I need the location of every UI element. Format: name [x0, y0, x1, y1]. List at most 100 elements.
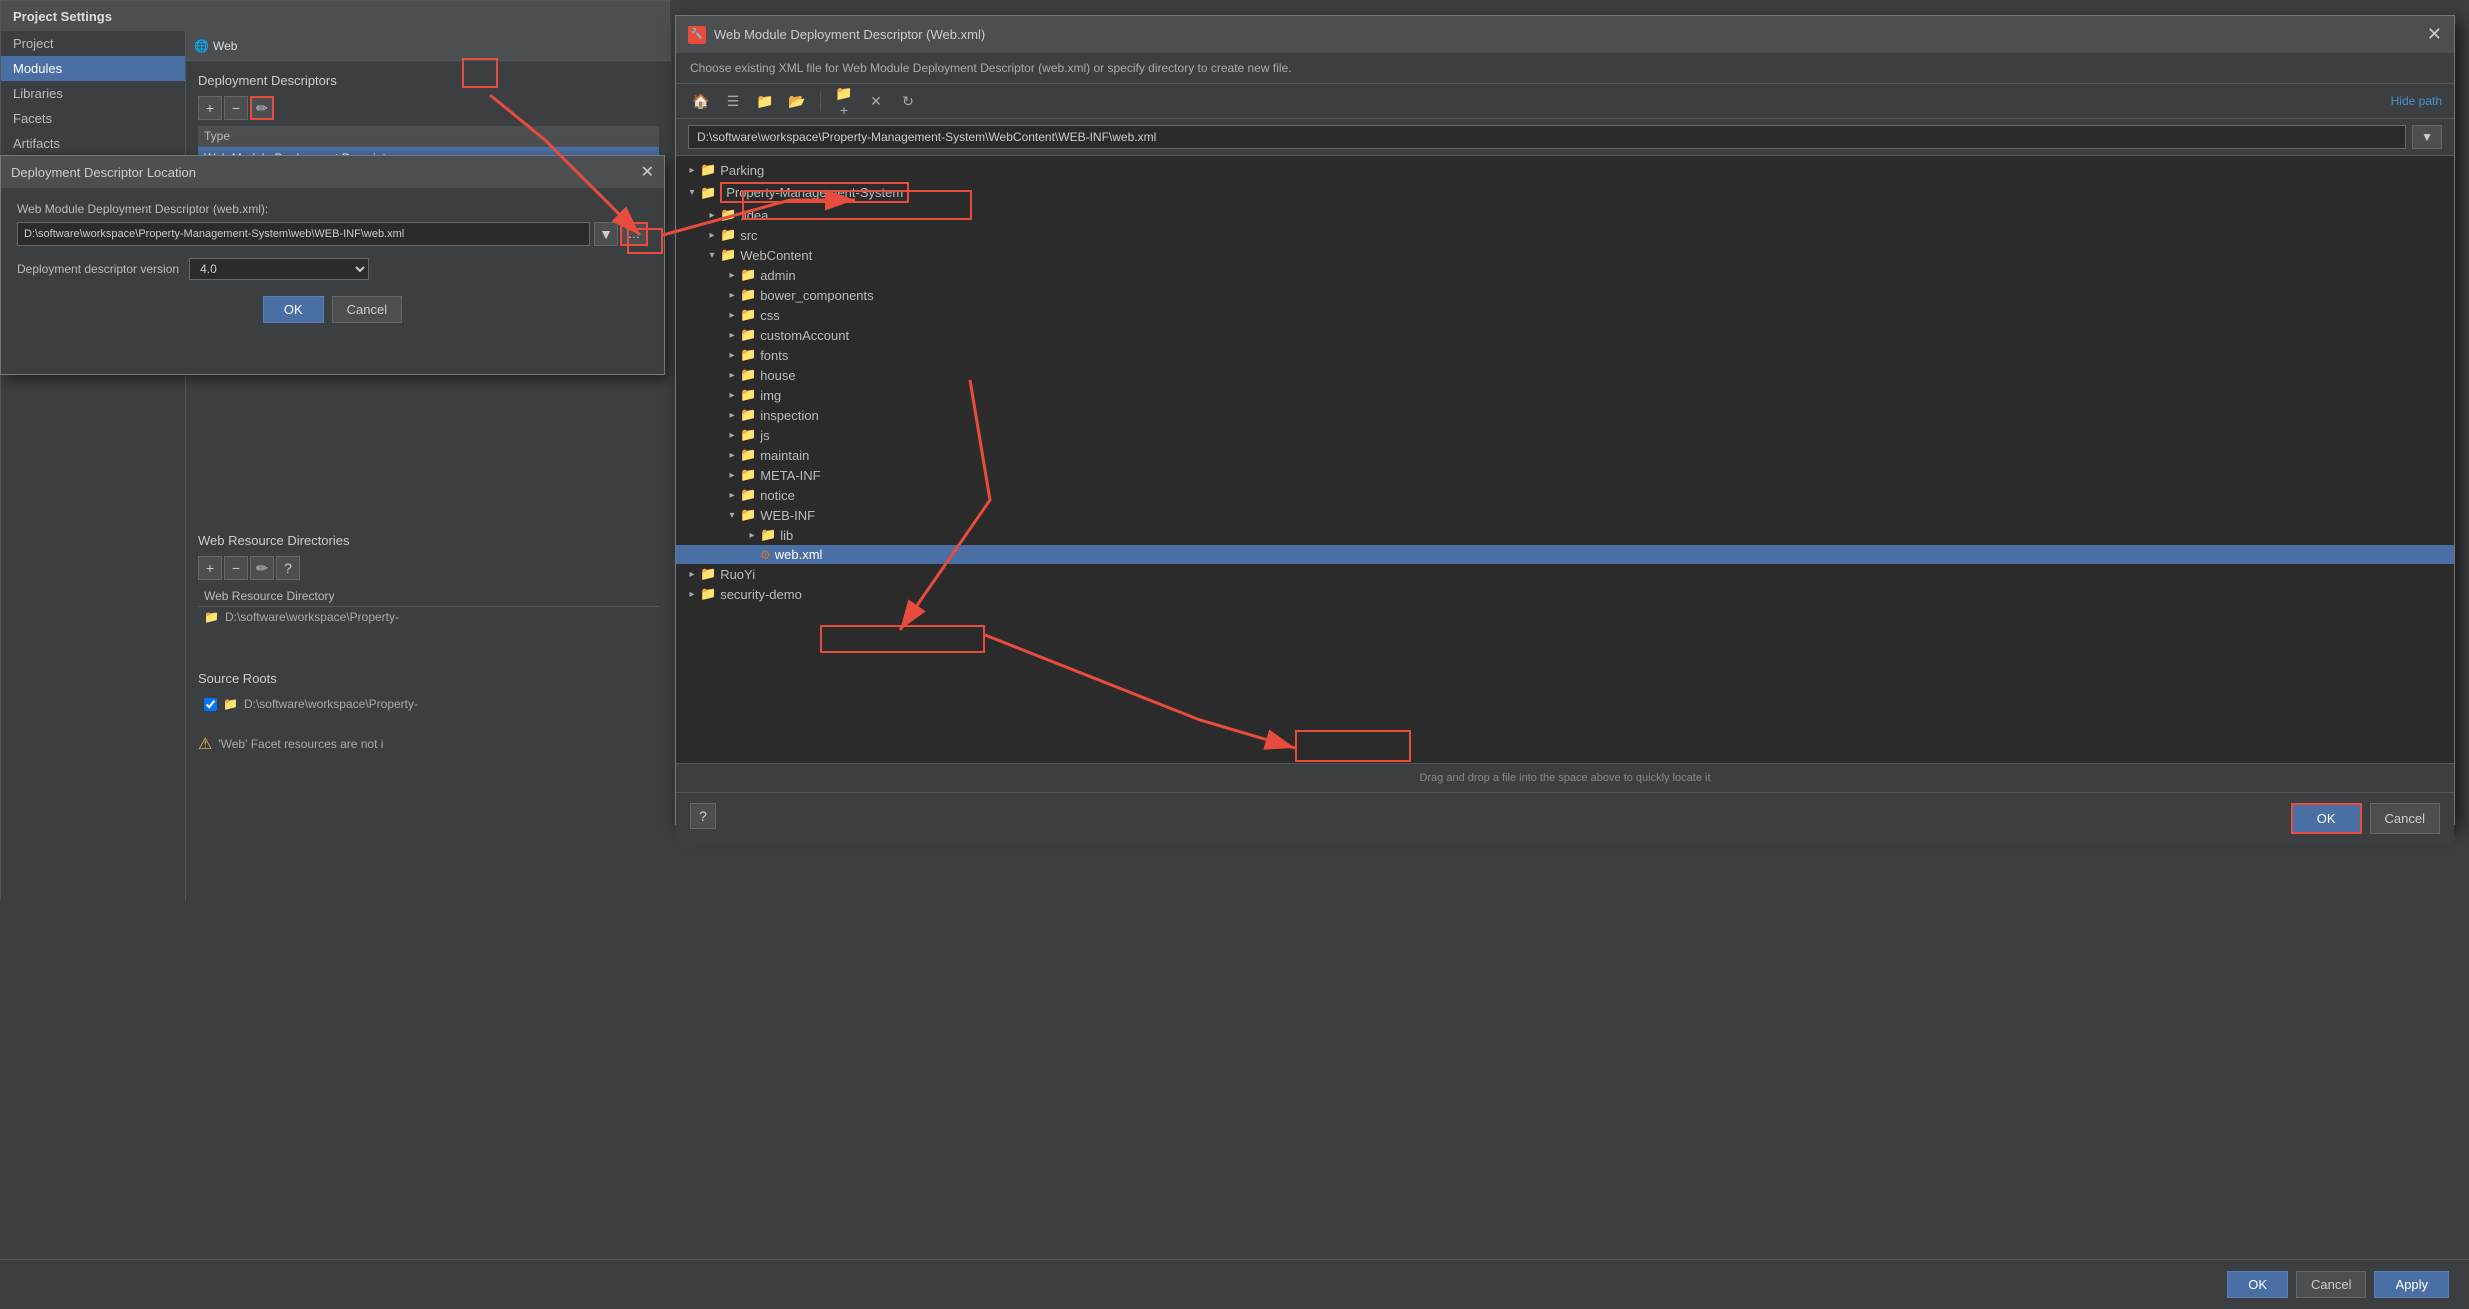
tree-item[interactable]: ▸📁 META-INF	[676, 465, 2454, 485]
collapse-arrow: ▸	[724, 490, 740, 501]
wrd-title: Web Resource Directories	[198, 533, 659, 548]
folder-icon: 📁	[204, 610, 219, 624]
refresh-btn[interactable]: ↻	[895, 90, 921, 112]
ddl-dropdown-btn[interactable]: ▼	[594, 222, 618, 246]
folder-icon: 📁	[740, 447, 756, 463]
ddl-body: Web Module Deployment Descriptor (web.xm…	[1, 188, 664, 337]
folder-icon: 📁	[740, 307, 756, 323]
collapse-arrow: ▸	[724, 430, 740, 441]
new-folder-create-btn[interactable]: 📁+	[831, 90, 857, 112]
tree-item-label: css	[760, 308, 780, 323]
module-web-tab[interactable]: 🌐 Web	[194, 39, 237, 53]
tree-item[interactable]: ▸📁notice	[676, 485, 2454, 505]
dd-toolbar: + − ✏	[198, 96, 659, 120]
wrd-add-btn[interactable]: +	[198, 556, 222, 580]
sr-checkbox[interactable]	[204, 698, 217, 711]
dd-add-btn[interactable]: +	[198, 96, 222, 120]
tree-item[interactable]: ▸📁inspection	[676, 405, 2454, 425]
collapse-arrow: ▸	[704, 230, 720, 241]
hide-path-btn[interactable]: Hide path	[2391, 94, 2442, 108]
ddl-close-btn[interactable]: ✕	[641, 162, 654, 182]
wmdd-toolbar: 🏠 ☰ 📁 📂 📁+ ✕ ↻ Hide path	[676, 84, 2454, 119]
tree-item[interactable]: ▸📁src	[676, 225, 2454, 245]
project-settings-panel: Project Settings Project Modules Librari…	[0, 0, 670, 900]
folder-up-btn[interactable]: 📂	[784, 90, 810, 112]
tree-item[interactable]: ⚙web.xml	[676, 545, 2454, 564]
sidebar-item-project[interactable]: Project	[1, 31, 185, 56]
folder-icon: 📁	[740, 347, 756, 363]
wrd-dir-item: 📁 D:\software\workspace\Property-	[198, 607, 659, 627]
ddl-buttons: OK Cancel	[17, 296, 648, 323]
wrd-remove-btn[interactable]: −	[224, 556, 248, 580]
wrd-toolbar: + − ✏ ?	[198, 556, 659, 580]
dd-remove-btn[interactable]: −	[224, 96, 248, 120]
tree-item[interactable]: ▸📁bower_components	[676, 285, 2454, 305]
tree-item[interactable]: ▸📁fonts	[676, 345, 2454, 365]
folder-icon: 📁	[700, 566, 716, 582]
tree-item[interactable]: ▸📁RuoYi	[676, 564, 2454, 584]
tree-item[interactable]: ▾📁WEB-INF	[676, 505, 2454, 525]
collapse-arrow: ▸	[684, 569, 700, 580]
wmdd-subtitle: Choose existing XML file for Web Module …	[676, 53, 2454, 84]
folder-icon: 📁	[740, 327, 756, 343]
tree-item[interactable]: ▸📁maintain	[676, 445, 2454, 465]
view-list-btn[interactable]: ☰	[720, 90, 746, 112]
file-tree[interactable]: ▸📁Parking▾📁Property-Management-System▸📁.…	[676, 156, 2454, 763]
ddl-ok-btn[interactable]: OK	[263, 296, 324, 323]
tree-item-label: notice	[760, 488, 795, 503]
ddl-path-input[interactable]	[17, 222, 590, 246]
version-select[interactable]: 4.0	[189, 258, 369, 280]
folder-icon: 📁	[740, 407, 756, 423]
folder-icon: 📁	[700, 586, 716, 602]
bottom-ok-btn[interactable]: OK	[2227, 1271, 2288, 1298]
web-resource-directories-section: Web Resource Directories + − ✏ ? Web Res…	[186, 521, 671, 639]
collapse-arrow: ▸	[724, 470, 740, 481]
dd-edit-btn[interactable]: ✏	[250, 96, 274, 120]
tree-item[interactable]: ▾📁Property-Management-System	[676, 180, 2454, 205]
bottom-apply-btn[interactable]: Apply	[2374, 1271, 2449, 1298]
wmdd-path-dropdown-btn[interactable]: ▼	[2412, 125, 2442, 149]
folder-icon: 📁	[740, 467, 756, 483]
wmdd-body: ▸📁Parking▾📁Property-Management-System▸📁.…	[676, 156, 2454, 844]
tree-item-label: bower_components	[760, 288, 873, 303]
tree-item[interactable]: ▸📁 css	[676, 305, 2454, 325]
sidebar-item-artifacts[interactable]: Artifacts	[1, 131, 185, 156]
wmdd-path-input[interactable]	[688, 125, 2406, 149]
tree-item[interactable]: ▸📁house	[676, 365, 2454, 385]
sidebar-item-libraries[interactable]: Libraries	[1, 81, 185, 106]
tree-item[interactable]: ▸📁lib	[676, 525, 2454, 545]
wmdd-ok-btn[interactable]: OK	[2291, 803, 2362, 834]
folder-icon: 📁	[740, 367, 756, 383]
folder-icon: 📁	[740, 427, 756, 443]
tree-item[interactable]: ▸📁security-demo	[676, 584, 2454, 604]
delete-btn[interactable]: ✕	[863, 90, 889, 112]
tree-item[interactable]: ▸📁js	[676, 425, 2454, 445]
sidebar-item-facets[interactable]: Facets	[1, 106, 185, 131]
tree-item[interactable]: ▸📁img	[676, 385, 2454, 405]
wmdd-bottom-buttons: ? OK Cancel	[676, 792, 2454, 844]
collapse-arrow: ▸	[724, 310, 740, 321]
wrd-help-btn[interactable]: ?	[276, 556, 300, 580]
wrd-edit-btn[interactable]: ✏	[250, 556, 274, 580]
wmdd-close-btn[interactable]: ✕	[2427, 24, 2442, 45]
wmdd-footer: Drag and drop a file into the space abov…	[676, 763, 2454, 792]
ddl-cancel-btn[interactable]: Cancel	[332, 296, 402, 323]
tree-item[interactable]: ▸📁Parking	[676, 160, 2454, 180]
wmdd-cancel-btn[interactable]: Cancel	[2370, 803, 2440, 834]
sidebar-item-modules[interactable]: Modules	[1, 56, 185, 81]
bottom-cancel-btn[interactable]: Cancel	[2296, 1271, 2366, 1298]
folder-icon-sr: 📁	[223, 697, 238, 711]
tree-item[interactable]: ▸📁.idea	[676, 205, 2454, 225]
tree-item[interactable]: ▸📁customAccount	[676, 325, 2454, 345]
wmdd-help-btn[interactable]: ?	[690, 803, 716, 829]
expand-arrow: ▾	[704, 250, 720, 261]
folder-icon: 📁	[700, 185, 716, 201]
home-btn[interactable]: 🏠	[688, 90, 714, 112]
wmdd-app-icon: 🔧	[688, 26, 706, 44]
tree-item[interactable]: ▾📁WebContent	[676, 245, 2454, 265]
new-folder-btn[interactable]: 📁	[752, 90, 778, 112]
tree-item[interactable]: ▸📁admin	[676, 265, 2454, 285]
tree-item-label: META-INF	[760, 468, 820, 483]
ddl-browse-btn[interactable]: …	[620, 222, 648, 246]
tree-item-label: Property-Management-System	[720, 182, 909, 203]
